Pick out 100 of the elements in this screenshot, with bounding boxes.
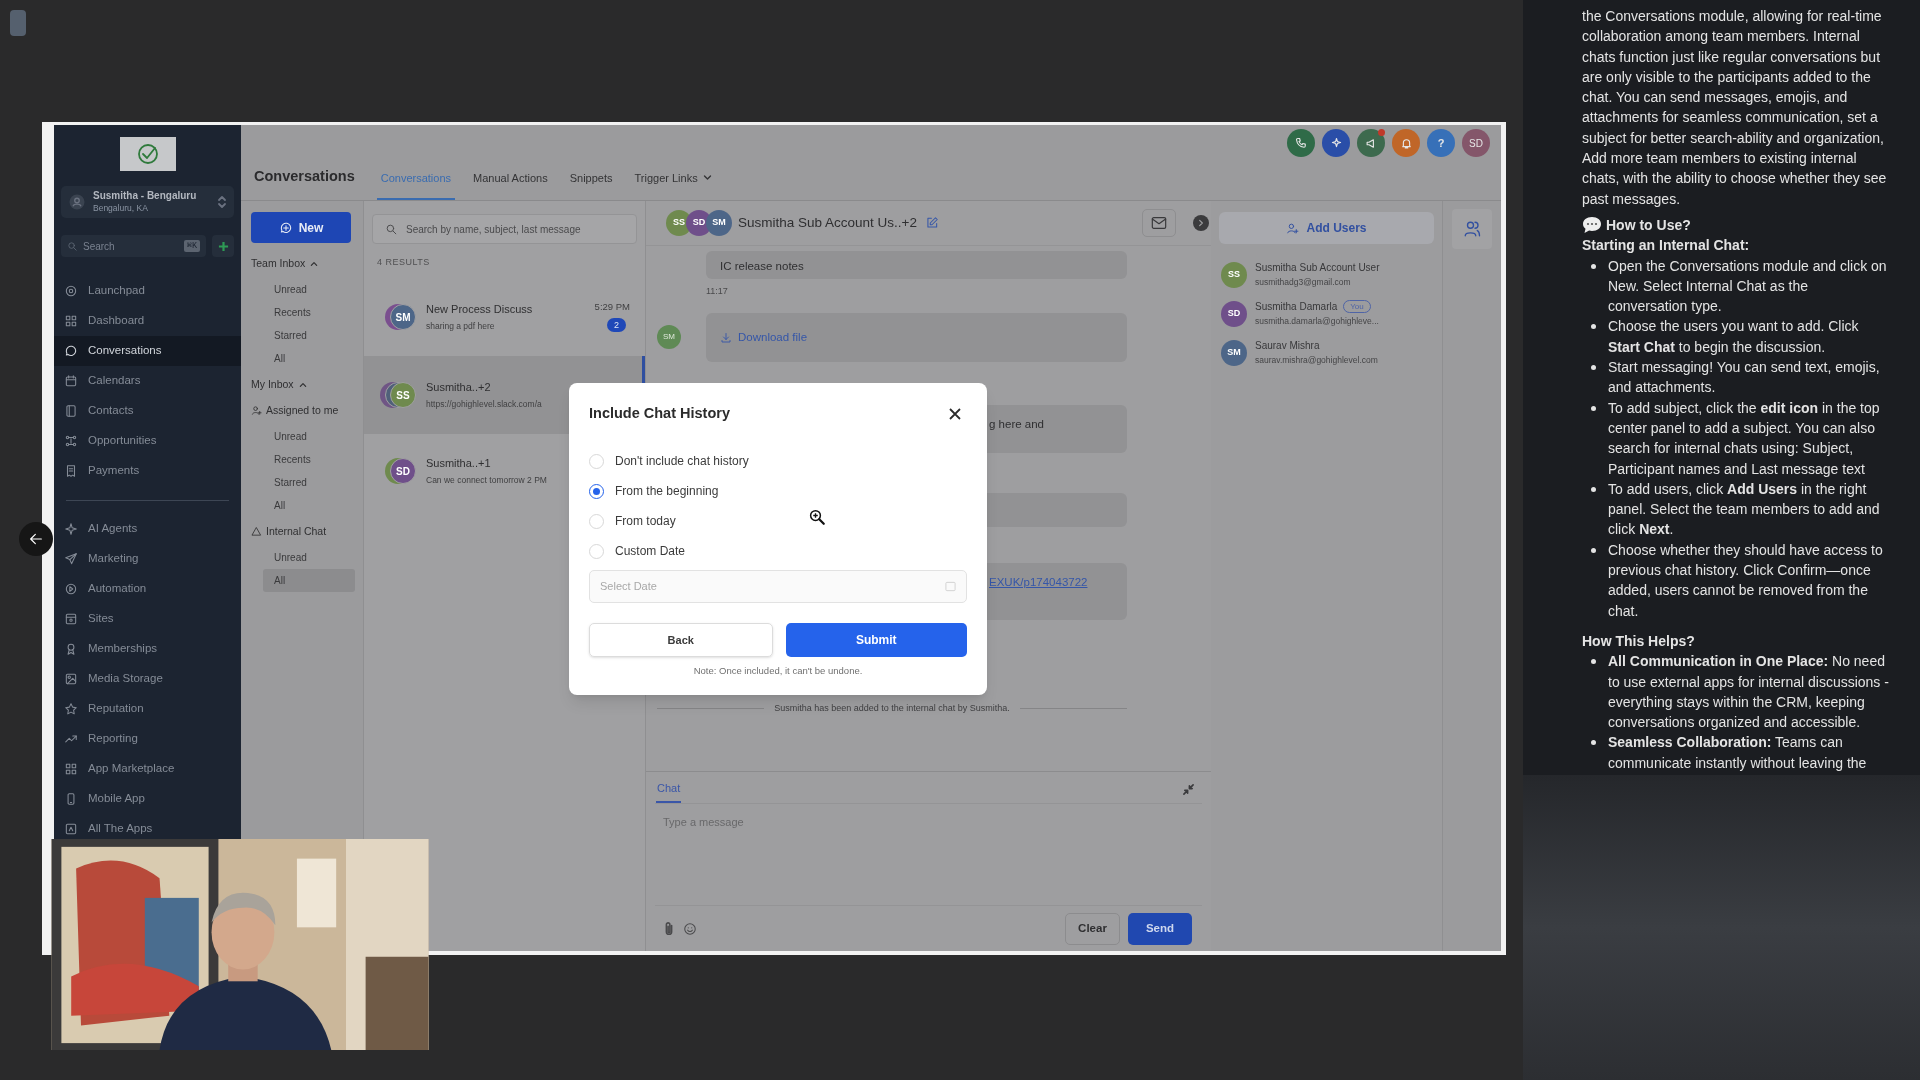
conversation-preview: Can we connect tomorrow 2 PM bbox=[426, 474, 547, 488]
megaphone-button[interactable] bbox=[1357, 129, 1385, 157]
participants-button[interactable] bbox=[1452, 209, 1492, 249]
tab[interactable]: Trigger Links bbox=[630, 169, 716, 200]
arrow-left-icon bbox=[28, 531, 44, 547]
chat-plus-icon bbox=[278, 220, 293, 235]
image-icon bbox=[64, 672, 78, 686]
help-button[interactable]: ? bbox=[1427, 129, 1455, 157]
account-switcher[interactable]: Susmitha - Bengaluru Bengaluru, KA bbox=[61, 186, 234, 218]
user-avatar[interactable]: SD bbox=[1462, 129, 1490, 157]
email-button[interactable] bbox=[1142, 209, 1176, 237]
inbox-filter[interactable]: Recents bbox=[263, 301, 355, 324]
nav-item[interactable]: Conversations bbox=[54, 336, 241, 366]
nav-item[interactable]: Contacts bbox=[54, 402, 241, 420]
nav-item[interactable]: AI Agents bbox=[54, 520, 241, 538]
search-input[interactable]: Search by name, subject, last message bbox=[406, 221, 624, 237]
phone-button[interactable] bbox=[1287, 129, 1315, 157]
inbox-filter[interactable]: Unread bbox=[263, 425, 355, 448]
emoji-icon bbox=[683, 921, 697, 936]
edit-button[interactable] bbox=[925, 216, 939, 230]
avatar: SM bbox=[1221, 339, 1247, 366]
close-button[interactable] bbox=[949, 408, 961, 420]
inbox-filter[interactable]: Starred bbox=[263, 471, 355, 494]
new-button[interactable]: New bbox=[251, 212, 351, 243]
radio-option[interactable]: From the beginning bbox=[589, 476, 967, 506]
avatar: SS bbox=[390, 382, 416, 408]
date-input[interactable]: Select Date bbox=[600, 578, 945, 595]
inbox-filter[interactable]: Unread bbox=[263, 278, 355, 301]
inbox-filter[interactable]: Starred bbox=[263, 324, 355, 347]
phone-icon bbox=[1293, 135, 1309, 151]
conversation-title: Susmitha..+2 bbox=[426, 379, 491, 395]
target-icon bbox=[64, 284, 78, 298]
nav-item[interactable]: Mobile App bbox=[54, 790, 241, 808]
close-icon bbox=[949, 408, 961, 420]
speech-bubble-icon bbox=[1582, 216, 1602, 235]
edit-icon bbox=[925, 216, 939, 230]
nav-item[interactable]: Opportunities bbox=[54, 432, 241, 450]
inbox-filter[interactable]: All bbox=[263, 494, 355, 517]
chat-bubble-icon bbox=[64, 344, 78, 358]
nav-item[interactable]: Calendars bbox=[54, 372, 241, 390]
inbox-filter[interactable]: Recents bbox=[263, 448, 355, 471]
paperclip-icon bbox=[663, 921, 675, 936]
search-input[interactable]: Search bbox=[83, 238, 153, 254]
magic-button[interactable] bbox=[1322, 129, 1350, 157]
nav-item[interactable]: Automation bbox=[54, 580, 241, 598]
inbox-filter[interactable]: Unread bbox=[263, 546, 355, 569]
clear-button[interactable]: Clear bbox=[1065, 912, 1120, 945]
inbox-filter[interactable]: All bbox=[263, 569, 355, 592]
plus-icon bbox=[217, 240, 229, 252]
section-header[interactable]: Assigned to me bbox=[251, 399, 363, 422]
back-button[interactable] bbox=[19, 522, 53, 556]
radio-option[interactable]: Don't include chat history bbox=[589, 446, 967, 476]
participant-email: susmitha.damarla@gohighleve... bbox=[1255, 315, 1379, 328]
nav-item[interactable]: App Marketplace bbox=[54, 760, 241, 778]
nav-item[interactable]: All The Apps bbox=[54, 820, 241, 838]
add-button[interactable] bbox=[212, 235, 234, 257]
send-button[interactable]: Send bbox=[1127, 912, 1192, 945]
section-header[interactable]: My Inbox bbox=[251, 373, 363, 396]
bullet-text: Choose the users you want to add. Click Start Chat to begin the discussion. bbox=[1608, 317, 1860, 357]
nav-item[interactable]: Marketing bbox=[54, 550, 241, 568]
section-heading: How to Use? bbox=[1606, 215, 1691, 235]
submit-button[interactable]: Submit bbox=[785, 623, 967, 657]
nav-item[interactable]: Dashboard bbox=[54, 312, 241, 330]
bullet-text: Choose whether they should have access to previous chat history. Click Confirm—once added, users cannot be removed from the chat. bbox=[1608, 540, 1884, 621]
section-header[interactable]: Team Inbox bbox=[251, 252, 363, 275]
date-field[interactable]: Select Date bbox=[589, 570, 967, 603]
conversation-preview: sharing a pdf here bbox=[426, 320, 495, 334]
nav-item[interactable]: Reputation bbox=[54, 700, 241, 718]
sparkle-icon bbox=[64, 522, 78, 536]
search-icon bbox=[385, 222, 398, 236]
collapse-button[interactable] bbox=[1183, 784, 1194, 795]
tab[interactable]: Snippets bbox=[565, 169, 617, 200]
participant-name: Susmitha Sub Account User bbox=[1255, 261, 1380, 276]
mail-icon bbox=[1151, 216, 1167, 230]
triangle-icon bbox=[251, 526, 262, 537]
expand-button[interactable] bbox=[1193, 215, 1209, 231]
search-field[interactable]: Search by name, subject, last message bbox=[372, 214, 637, 244]
paper-plane-icon bbox=[64, 552, 78, 566]
nav-item[interactable]: Reporting bbox=[54, 730, 241, 748]
zoom-cursor-icon bbox=[808, 508, 826, 526]
section-header[interactable]: Internal Chat bbox=[251, 520, 363, 543]
nav-item[interactable]: Sites bbox=[54, 610, 241, 628]
composer-tab[interactable]: Chat bbox=[656, 779, 682, 803]
nav-item[interactable]: Payments bbox=[54, 462, 241, 480]
people-icon bbox=[1463, 220, 1481, 238]
browser-window-icon bbox=[64, 612, 78, 626]
chevron-up-down-icon bbox=[217, 195, 227, 209]
inbox-filter[interactable]: All bbox=[263, 347, 355, 370]
notifications-button[interactable] bbox=[1392, 129, 1420, 157]
conversation-item[interactable]: SM New Process Discuss sharing a pdf here 5:29 PM 2 bbox=[364, 284, 645, 350]
tab[interactable]: Manual Actions bbox=[469, 169, 552, 200]
bullet-text: All Communication in One Place: No need to use external apps for internal discussions - everything stays within the CRM, keeping conversations organized and accessible. bbox=[1608, 652, 1890, 733]
add-users-button[interactable]: Add Users bbox=[1219, 212, 1434, 244]
radio-option[interactable]: Custom Date bbox=[589, 536, 967, 566]
avatar: SD bbox=[1221, 300, 1247, 327]
nav-item[interactable]: Media Storage bbox=[54, 670, 241, 688]
nav-item[interactable]: Launchpad bbox=[54, 282, 241, 300]
back-button[interactable]: Back bbox=[589, 623, 773, 657]
collapse-icon bbox=[1183, 784, 1194, 795]
nav-item[interactable]: Memberships bbox=[54, 640, 241, 658]
